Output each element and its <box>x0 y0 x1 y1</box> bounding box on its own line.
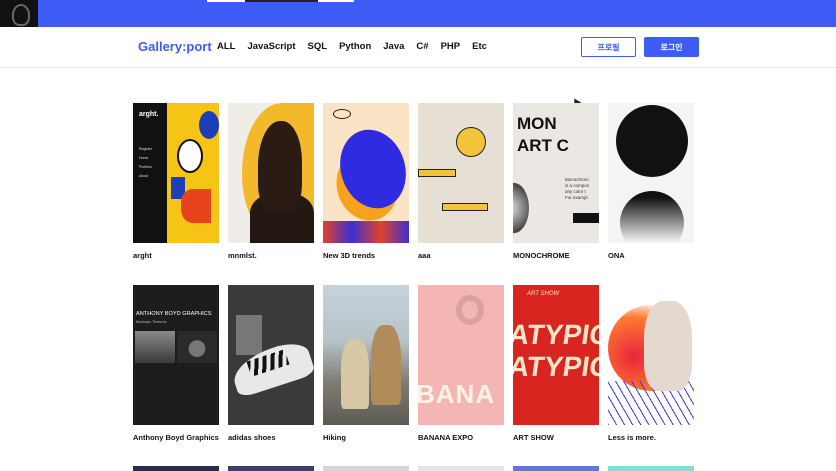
gallery-card[interactable]: adidas shoes <box>228 285 314 442</box>
banner-thumbnail <box>0 0 38 27</box>
nav-item-python[interactable]: Python <box>339 41 371 52</box>
card-thumbnail[interactable]: BANA <box>418 285 504 425</box>
gallery-card-peek[interactable] <box>323 466 409 471</box>
nav-item-sql[interactable]: SQL <box>308 41 328 52</box>
nav-item-php[interactable]: PHP <box>441 41 461 52</box>
login-button[interactable]: 로그인 <box>644 37 699 57</box>
gallery-card-peek[interactable] <box>418 466 504 471</box>
card-title[interactable]: ART SHOW <box>513 433 599 442</box>
thumb-text: MON ART C <box>517 114 569 155</box>
card-title[interactable]: MONOCHROME <box>513 251 599 260</box>
gallery-card[interactable]: mnmlst. <box>228 103 314 260</box>
gallery-card[interactable]: arght. Register Home Portfolio About arght <box>133 103 219 260</box>
card-thumbnail[interactable] <box>418 103 504 243</box>
thumb-subtext: Monochrom is a compos any color t For examp… <box>565 177 590 200</box>
card-thumbnail[interactable] <box>608 285 694 425</box>
top-banner <box>0 0 836 27</box>
nav-item-javascript[interactable]: JavaScript <box>247 41 295 52</box>
card-title[interactable]: ONA <box>608 251 694 260</box>
card-thumbnail[interactable] <box>228 103 314 243</box>
gallery-card[interactable]: Less is more. <box>608 285 694 442</box>
thumb-menu: Register Home Portfolio About <box>139 147 153 178</box>
gallery-card[interactable]: Hiking <box>323 285 409 442</box>
nav-item-csharp[interactable]: C# <box>416 41 428 52</box>
site-header: Gallery:port ALL JavaScript SQL Python J… <box>0 27 836 68</box>
gallery-card[interactable]: MON ART C Monochrom is a compos any color t… <box>513 103 599 260</box>
card-title[interactable]: adidas shoes <box>228 433 314 442</box>
gallery-card-peek[interactable] <box>228 466 314 471</box>
card-title[interactable]: New 3D trends <box>323 251 409 260</box>
card-title[interactable]: Hiking <box>323 433 409 442</box>
profile-button[interactable]: 프로필 <box>581 37 636 57</box>
gallery-card-peek[interactable] <box>133 466 219 471</box>
gallery-card[interactable]: BANA BANANA EXPO <box>418 285 504 442</box>
site-logo[interactable]: Gallery:port <box>138 39 212 54</box>
card-thumbnail[interactable] <box>228 285 314 425</box>
category-nav: ALL JavaScript SQL Python Java C# PHP Et… <box>217 41 499 52</box>
gallery-card[interactable]: aaa <box>418 103 504 260</box>
thumb-text: ATYPICA <box>513 319 599 350</box>
gallery-card[interactable]: New 3D trends <box>323 103 409 260</box>
card-thumbnail[interactable] <box>608 103 694 243</box>
smiley-icon <box>456 127 486 157</box>
thumb-text: BANA <box>418 379 496 409</box>
thumb-subtext: ART SHOW <box>527 291 560 297</box>
gallery-card[interactable]: ART SHOW ATYPICA ATYPICA ART SHOW <box>513 285 599 442</box>
card-title[interactable]: Anthony Boyd Graphics <box>133 433 219 442</box>
thumb-subtext: Mockups Textures <box>136 320 167 324</box>
card-thumbnail[interactable]: MON ART C Monochrom is a compos any color t… <box>513 103 599 243</box>
gallery-card-peek[interactable] <box>513 466 599 471</box>
nav-item-java[interactable]: Java <box>383 41 404 52</box>
card-title[interactable]: arght <box>133 251 219 260</box>
logo-icon <box>333 109 351 119</box>
card-thumbnail[interactable] <box>323 285 409 425</box>
banner-progress <box>207 0 354 2</box>
thumb-text-repeat: ATYPICA <box>513 351 599 382</box>
card-title[interactable]: aaa <box>418 251 504 260</box>
nav-item-etc[interactable]: Etc <box>472 41 487 52</box>
card-thumbnail[interactable] <box>323 103 409 243</box>
nav-item-all[interactable]: ALL <box>217 41 235 52</box>
card-thumbnail[interactable]: ANTHONY BOYD GRAPHICS Mockups Textures <box>133 285 219 425</box>
gallery-card-peek[interactable] <box>608 466 694 471</box>
thumb-text: arght. <box>139 111 159 118</box>
card-thumbnail[interactable]: ART SHOW ATYPICA ATYPICA <box>513 285 599 425</box>
card-title[interactable]: Less is more. <box>608 433 694 442</box>
card-title[interactable]: BANANA EXPO <box>418 433 504 442</box>
card-title[interactable]: mnmlst. <box>228 251 314 260</box>
gallery-card[interactable]: ONA <box>608 103 694 260</box>
gallery-card[interactable]: ANTHONY BOYD GRAPHICS Mockups Textures A… <box>133 285 219 442</box>
thumb-text: ANTHONY BOYD GRAPHICS <box>136 311 212 317</box>
card-thumbnail[interactable]: arght. Register Home Portfolio About <box>133 103 219 243</box>
